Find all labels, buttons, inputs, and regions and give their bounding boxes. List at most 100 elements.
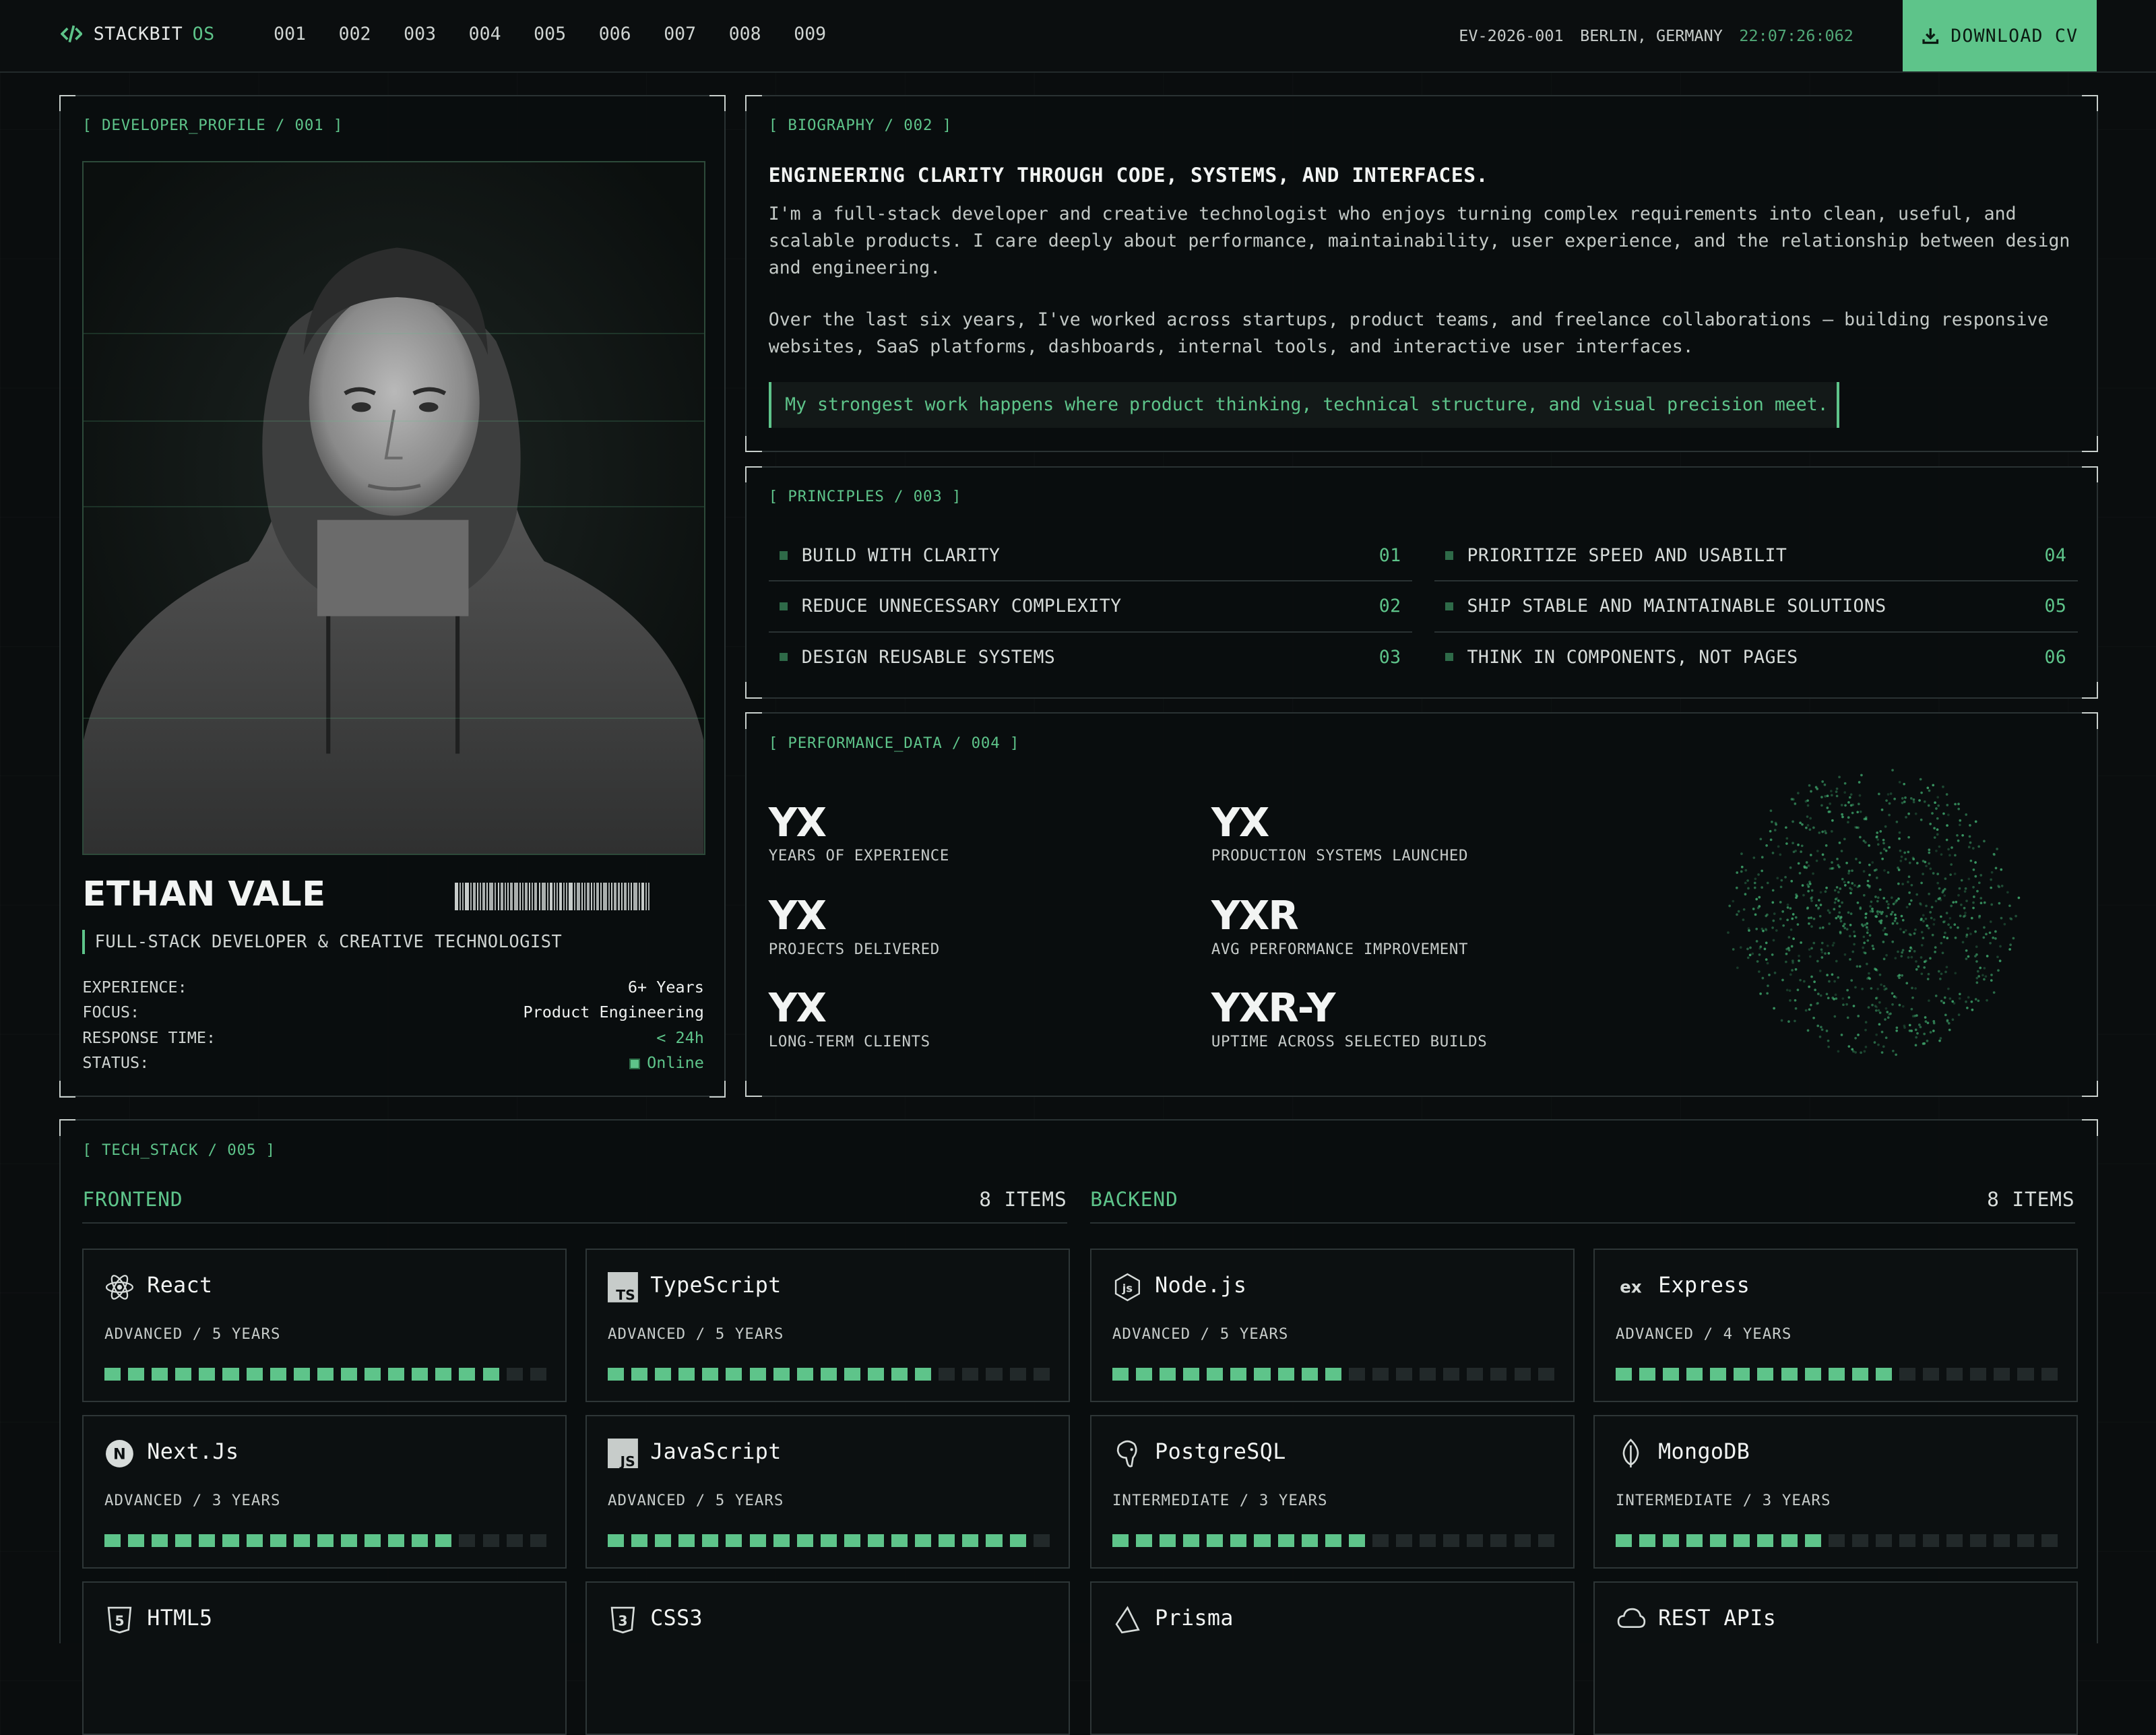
svg-text:ex: ex — [1620, 1277, 1642, 1296]
biography-tag: [ BIOGRAPHY / 002 ] — [768, 117, 952, 135]
tech-level: ADVANCED / 5 YEARS — [1112, 1325, 1289, 1344]
nextjs-icon: N — [104, 1439, 135, 1469]
prisma-icon — [1112, 1605, 1143, 1635]
tech-card-javascript[interactable]: JS JavaScript ADVANCED / 5 YEARS — [585, 1414, 1070, 1569]
nav-item-004[interactable]: 004 — [469, 24, 534, 44]
nav-item-003[interactable]: 003 — [404, 24, 469, 44]
skill-segment — [1183, 1534, 1200, 1547]
profile-photo — [82, 160, 705, 856]
skill-segment — [246, 1534, 263, 1547]
tech-card-mongodb[interactable]: MongoDB INTERMEDIATE / 3 YEARS — [1593, 1414, 2078, 1569]
portrait-image — [84, 162, 704, 854]
stat-performance: YXR AVG PERFORMANCE IMPROVEMENT — [1211, 892, 1469, 958]
skill-segment — [1277, 1534, 1294, 1547]
principles-column-left: BUILD WITH CLARITY 01 REDUCE UNNECESSARY … — [768, 531, 1412, 682]
location: BERLIN, GERMANY — [1580, 26, 1723, 45]
tech-card-html5[interactable]: 5 HTML5 — [82, 1581, 567, 1735]
fact-focus: FOCUS: Product Engineering — [82, 1003, 704, 1022]
skill-segment — [175, 1534, 192, 1547]
skill-segment — [1537, 1534, 1554, 1547]
tech-card-prisma[interactable]: Prisma — [1090, 1581, 1575, 1735]
skill-segment — [1899, 1368, 1916, 1381]
nav-item-008[interactable]: 008 — [729, 24, 794, 44]
react-icon — [104, 1272, 135, 1302]
skill-segment — [2041, 1534, 2058, 1547]
skill-segment — [915, 1368, 932, 1381]
tech-card-express[interactable]: ex Express ADVANCED / 4 YEARS — [1593, 1248, 2078, 1403]
skill-segment — [1615, 1368, 1632, 1381]
mongodb-icon — [1616, 1438, 1646, 1469]
skill-segment — [1420, 1534, 1436, 1547]
skill-segment — [482, 1368, 499, 1381]
tech-card-node-js[interactable]: js Node.js ADVANCED / 5 YEARS — [1090, 1248, 1575, 1403]
skill-segment — [702, 1368, 719, 1381]
skill-segment — [678, 1534, 695, 1547]
tech-level: INTERMEDIATE / 3 YEARS — [1615, 1492, 1831, 1510]
skill-segment — [1420, 1368, 1436, 1381]
brand-suffix: OS — [192, 23, 215, 44]
skill-segment — [1325, 1368, 1341, 1381]
skill-segment — [1686, 1534, 1703, 1547]
skill-segment — [530, 1368, 546, 1381]
backend-count: 8 ITEMS — [1987, 1188, 2075, 1211]
skill-segment — [364, 1368, 381, 1381]
skill-segment — [340, 1534, 358, 1547]
skill-segment — [1851, 1534, 1868, 1547]
tech-name: JavaScript — [650, 1439, 782, 1464]
nav-item-009[interactable]: 009 — [794, 24, 859, 44]
nav-item-002[interactable]: 002 — [339, 24, 404, 44]
tech-card-rest-apis[interactable]: REST APIs — [1593, 1581, 2078, 1735]
skill-segment — [1899, 1534, 1916, 1547]
biography-quote: My strongest work happens where product … — [768, 382, 1839, 428]
download-cv-button[interactable]: DOWNLOAD CV — [1903, 0, 2097, 72]
clock: 22:07:26:062 — [1739, 26, 1853, 45]
tech-level: ADVANCED / 5 YEARS — [607, 1325, 784, 1344]
svg-text:3: 3 — [618, 1612, 627, 1629]
nav-item-006[interactable]: 006 — [599, 24, 664, 44]
skill-level-bar — [104, 1368, 546, 1381]
profile-facts: EXPERIENCE: 6+ Years FOCUS: Product Engine… — [82, 978, 703, 1078]
skill-segment — [1033, 1368, 1050, 1381]
skill-segment — [1734, 1368, 1750, 1381]
skill-segment — [1994, 1368, 2010, 1381]
nav-item-001[interactable]: 001 — [274, 24, 339, 44]
skill-segment — [986, 1368, 1003, 1381]
tech-card-next-js[interactable]: N Next.Js ADVANCED / 3 YEARS — [82, 1414, 567, 1569]
skill-level-bar — [607, 1368, 1050, 1381]
skill-segment — [128, 1368, 145, 1381]
tech-name: Next.Js — [147, 1439, 239, 1464]
tech-card-react[interactable]: React ADVANCED / 5 YEARS — [82, 1248, 567, 1403]
skill-segment — [1757, 1534, 1774, 1547]
particle-cloud-graphic — [1726, 769, 2020, 1056]
skill-segment — [2017, 1368, 2034, 1381]
skill-segment — [1781, 1534, 1798, 1547]
skill-segment — [1781, 1368, 1798, 1381]
nav-item-005[interactable]: 005 — [534, 24, 599, 44]
skill-segment — [152, 1368, 168, 1381]
skill-segment — [1396, 1368, 1413, 1381]
skill-segment — [1325, 1534, 1341, 1547]
download-icon — [1922, 28, 1939, 44]
skill-segment — [199, 1368, 216, 1381]
skill-segment — [1254, 1534, 1271, 1547]
stat-clients: YX LONG-TERM CLIENTS — [768, 984, 930, 1050]
tech-card-css3[interactable]: 3 CSS3 — [585, 1581, 1070, 1735]
skill-segment — [773, 1534, 790, 1547]
skill-segment — [773, 1368, 790, 1381]
skill-segment — [1033, 1534, 1050, 1547]
skill-segment — [1443, 1368, 1460, 1381]
biography-paragraph-2: Over the last six years, I've worked acr… — [768, 309, 2049, 357]
skill-segment — [1112, 1368, 1129, 1381]
skill-segment — [1009, 1534, 1026, 1547]
nav-item-007[interactable]: 007 — [664, 24, 729, 44]
brand[interactable]: STACKBIT OS — [60, 23, 215, 44]
skill-segment — [412, 1368, 429, 1381]
tech-card-postgresql[interactable]: PostgreSQL INTERMEDIATE / 3 YEARS — [1090, 1414, 1575, 1569]
css3-icon: 3 — [608, 1605, 638, 1635]
tech-name: Express — [1658, 1273, 1750, 1298]
tech-card-typescript[interactable]: TS TypeScript ADVANCED / 5 YEARS — [585, 1248, 1070, 1403]
skill-segment — [1467, 1368, 1484, 1381]
typescript-icon: TS — [607, 1271, 638, 1302]
skill-segment — [459, 1534, 476, 1547]
skill-segment — [607, 1368, 625, 1381]
